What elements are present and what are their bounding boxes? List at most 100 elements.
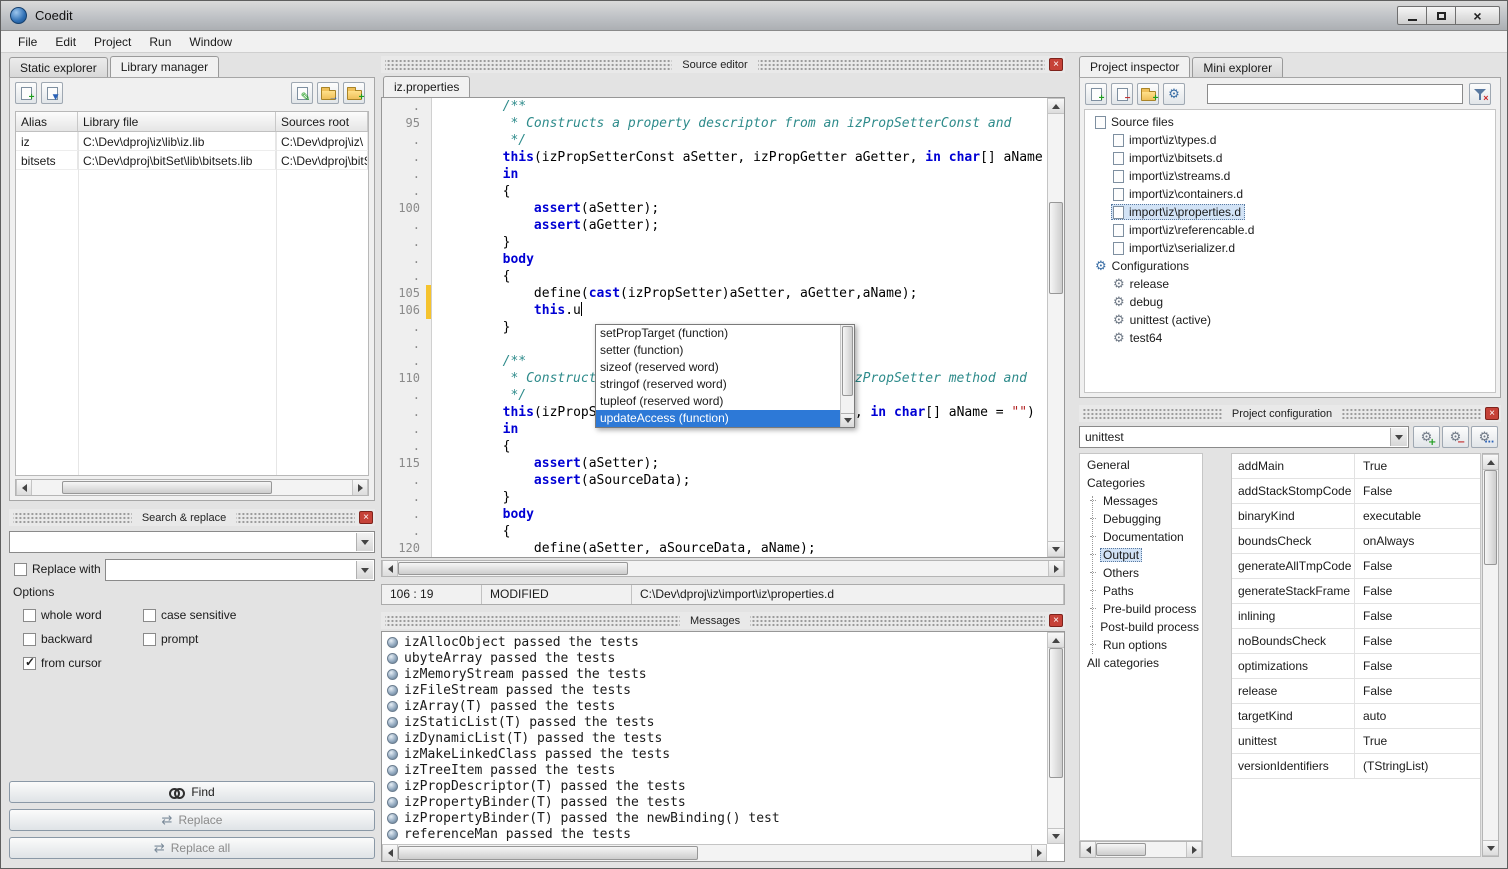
code-line[interactable]: . {: [382, 183, 1064, 200]
splitter-dots[interactable]: [236, 513, 355, 523]
library-table-hscrollbar[interactable]: [15, 479, 369, 496]
messages-hscrollbar[interactable]: [382, 844, 1047, 861]
message-row[interactable]: izFileStream passed the tests: [383, 682, 1046, 698]
property-value[interactable]: False: [1355, 654, 1480, 678]
splitter-dots[interactable]: [758, 60, 1045, 70]
column-alias[interactable]: Alias: [16, 112, 78, 131]
tree-node-source-files[interactable]: Source files: [1085, 113, 1495, 131]
column-library-file[interactable]: Library file: [78, 112, 276, 131]
close-panel-icon[interactable]: ×: [1049, 58, 1063, 71]
message-row[interactable]: izDynamicList(T) passed the tests: [383, 730, 1046, 746]
code-line[interactable]: 105 define(cast(izPropSetter)aSetter, aG…: [382, 285, 1064, 302]
tab-project-inspector[interactable]: Project inspector: [1079, 56, 1190, 78]
property-row-targetkind[interactable]: targetKind auto: [1232, 704, 1480, 729]
category-item-post-build-process[interactable]: Post-build process: [1080, 618, 1202, 636]
tree-item-file[interactable]: import\iz\streams.d: [1085, 167, 1495, 185]
category-item-messages[interactable]: Messages: [1080, 492, 1202, 510]
vscrollbar-thumb[interactable]: [842, 326, 853, 396]
checkbox[interactable]: [14, 563, 27, 576]
property-row-boundscheck[interactable]: boundsCheck onAlways: [1232, 529, 1480, 554]
code-line[interactable]: . body: [382, 251, 1064, 268]
tree-item-config[interactable]: ⚙ release: [1085, 275, 1495, 293]
code-line[interactable]: . {: [382, 438, 1064, 455]
tab-mini-explorer[interactable]: Mini explorer: [1192, 57, 1283, 78]
menu-project[interactable]: Project: [85, 31, 140, 53]
inspector-filter-input[interactable]: [1207, 84, 1463, 104]
library-row-iz[interactable]: iz C:\Dev\dproj\iz\lib\iz.lib C:\Dev\dpr…: [16, 132, 368, 151]
property-row-generatealltmpcode[interactable]: generateAllTmpCode False: [1232, 554, 1480, 579]
message-row[interactable]: referenceMan passed the tests: [383, 826, 1046, 842]
message-row[interactable]: izAllocObject passed the tests: [383, 634, 1046, 650]
scroll-up-arrow[interactable]: [1048, 98, 1064, 114]
property-row-noboundscheck[interactable]: noBoundsCheck False: [1232, 629, 1480, 654]
scroll-down-arrow[interactable]: [1483, 840, 1498, 856]
scroll-left-arrow[interactable]: [382, 561, 398, 576]
scroll-left-arrow[interactable]: [382, 845, 398, 861]
message-row[interactable]: izArray(T) passed the tests: [383, 698, 1046, 714]
completion-item[interactable]: updateAccess (function): [596, 410, 840, 427]
vscrollbar-thumb[interactable]: [1484, 470, 1497, 565]
property-row-optimizations[interactable]: optimizations False: [1232, 654, 1480, 679]
property-row-addmain[interactable]: addMain True: [1232, 454, 1480, 479]
checkbox[interactable]: [23, 609, 36, 622]
message-row[interactable]: ubyteArray passed the tests: [383, 650, 1046, 666]
replace-all-button[interactable]: ⇄ Replace all: [9, 837, 375, 859]
replace-with-combo[interactable]: [105, 559, 375, 581]
category-item-all-categories[interactable]: All categories: [1080, 654, 1202, 672]
replace-button[interactable]: ⇄ Replace: [9, 809, 375, 831]
checkbox-backward[interactable]: backward: [23, 627, 143, 651]
message-row[interactable]: izPropertyBinder(T) passed the tests: [383, 794, 1046, 810]
message-row[interactable]: izPropertyBinder(T) passed the newBindin…: [383, 810, 1046, 826]
completion-item[interactable]: setter (function): [596, 342, 840, 359]
property-row-versionidentifiers[interactable]: versionIdentifiers (TStringList): [1232, 754, 1480, 779]
tree-item-file[interactable]: import\iz\properties.d: [1085, 203, 1495, 221]
tab-iz-properties[interactable]: iz.properties: [383, 76, 470, 98]
chevron-down-icon[interactable]: [1390, 428, 1407, 446]
checkbox-whole-word[interactable]: whole word: [23, 603, 143, 627]
tree-item-config[interactable]: ⚙ test64: [1085, 329, 1495, 347]
scroll-up-arrow[interactable]: [1483, 454, 1498, 470]
tab-library-manager[interactable]: Library manager: [110, 56, 219, 78]
message-row[interactable]: izMakeLinkedClass passed the tests: [383, 746, 1046, 762]
open-library-folder-button[interactable]: →: [317, 82, 339, 104]
category-item-run-options[interactable]: Run options: [1080, 636, 1202, 654]
close-panel-icon[interactable]: ×: [1485, 407, 1499, 420]
property-value[interactable]: False: [1355, 579, 1480, 603]
splitter-dots[interactable]: [385, 616, 680, 626]
properties-vscrollbar[interactable]: [1482, 453, 1499, 857]
tree-item-config[interactable]: ⚙ debug: [1085, 293, 1495, 311]
code-line[interactable]: 106 this.u: [382, 302, 1064, 319]
code-line[interactable]: . */: [382, 132, 1064, 149]
completion-item[interactable]: sizeof (reserved word): [596, 359, 840, 376]
scroll-down-arrow[interactable]: [1048, 541, 1064, 557]
messages-vscrollbar[interactable]: [1047, 632, 1064, 844]
property-value[interactable]: False: [1355, 679, 1480, 703]
project-options-button[interactable]: ⚙: [1163, 83, 1185, 105]
tree-item-file[interactable]: import\iz\serializer.d: [1085, 239, 1495, 257]
menu-edit[interactable]: Edit: [46, 31, 85, 53]
completion-vscrollbar[interactable]: [840, 325, 854, 427]
tree-item-file[interactable]: import\iz\bitsets.d: [1085, 149, 1495, 167]
maximize-button[interactable]: [1426, 6, 1456, 25]
checkbox-case-sensitive[interactable]: case sensitive: [143, 603, 363, 627]
checkbox[interactable]: [143, 609, 156, 622]
code-line[interactable]: . /**: [382, 98, 1064, 115]
code-line[interactable]: . this(izPropSetterConst aSetter, izProp…: [382, 149, 1064, 166]
chevron-down-icon[interactable]: [356, 533, 373, 551]
completion-item[interactable]: stringof (reserved word): [596, 376, 840, 393]
property-row-inlining[interactable]: inlining False: [1232, 604, 1480, 629]
message-row[interactable]: izTreeItem passed the tests: [383, 762, 1046, 778]
property-row-addstackstompcode[interactable]: addStackStompCode False: [1232, 479, 1480, 504]
edit-library-button[interactable]: ✎: [291, 82, 313, 104]
code-line[interactable]: . {: [382, 268, 1064, 285]
property-row-binarykind[interactable]: binaryKind executable: [1232, 504, 1480, 529]
tab-static-explorer[interactable]: Static explorer: [9, 57, 108, 78]
checkbox[interactable]: [23, 633, 36, 646]
scroll-left-arrow[interactable]: [1080, 842, 1096, 857]
hscrollbar-thumb[interactable]: [1096, 843, 1146, 856]
code-line[interactable]: . body: [382, 506, 1064, 523]
tree-item-config[interactable]: ⚙ unittest (active): [1085, 311, 1495, 329]
property-value[interactable]: True: [1355, 729, 1480, 753]
editor-hscrollbar[interactable]: [381, 560, 1065, 577]
categories-hscrollbar[interactable]: [1079, 841, 1203, 858]
